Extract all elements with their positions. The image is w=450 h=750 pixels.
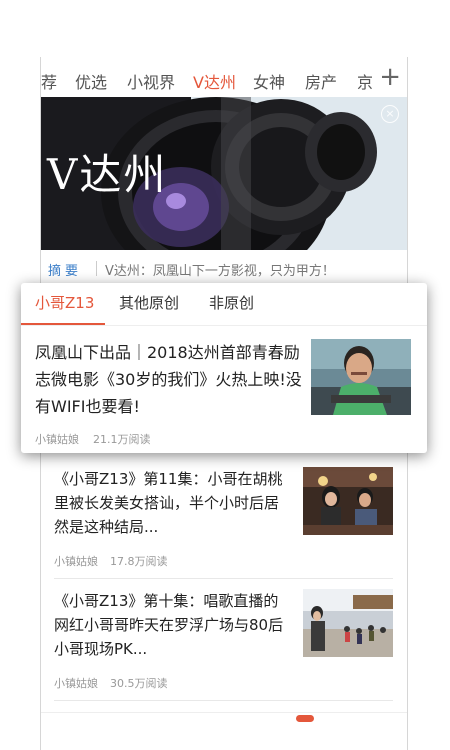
banner-title: V达州 (47, 150, 168, 199)
popup-article-reads: 21.1万阅读 (93, 433, 151, 446)
tab-youxuan[interactable]: 优选 (75, 69, 107, 93)
article-reads: 30.5万阅读 (110, 677, 168, 690)
popup-article-title[interactable]: 凤凰山下出品｜2018达州首部青春励志微电影《30岁的我们》火热上映!没有WIF… (35, 339, 315, 420)
article-reads: 17.8万阅读 (110, 555, 168, 568)
channel-banner[interactable]: V达州 × (41, 97, 407, 250)
summary-bar[interactable]: 摘要 V达州：凤凰山下一方影视，只为甲方！ (41, 250, 407, 285)
list-divider (54, 700, 393, 701)
tab-other-original[interactable]: 其他原创 (119, 292, 179, 313)
bottom-nav-bar (41, 712, 407, 750)
list-item[interactable]: 《小哥Z13》第11集：小哥在胡桃里被长发美女搭讪，半个小时后居然是这种结局..… (41, 457, 407, 578)
article-meta: 小镇姑娘 17.8万阅读 (54, 553, 168, 569)
article-meta: 小镇姑娘 30.5万阅读 (54, 675, 168, 691)
original-content-popup: 小哥Z13 其他原创 非原创 凤凰山下出品｜2018达州首部青春励志微电影《30… (21, 283, 427, 453)
article-author: 小镇姑娘 (54, 555, 98, 568)
popup-article-author: 小镇姑娘 (35, 433, 79, 446)
tab-non-original[interactable]: 非原创 (209, 292, 254, 313)
article-author: 小镇姑娘 (54, 677, 98, 690)
tab-xiaoge-z13[interactable]: 小哥Z13 (35, 292, 94, 313)
article-thumbnail (303, 467, 393, 535)
tab-jing[interactable]: 京 (357, 69, 373, 93)
tab-nvshen[interactable]: 女神 (253, 69, 285, 93)
summary-tag: 摘要 (48, 264, 83, 279)
popup-article-meta: 小镇姑娘 21.1万阅读 (35, 431, 151, 447)
notification-badge (296, 715, 314, 722)
plus-icon[interactable]: + (379, 62, 401, 92)
close-icon[interactable]: × (381, 105, 399, 123)
tab-xiaoshijie[interactable]: 小视界 (127, 69, 175, 93)
tab-recommend[interactable]: 荐 (41, 69, 57, 93)
popup-article-thumbnail[interactable] (311, 339, 411, 415)
active-tab-indicator (21, 323, 105, 325)
tab-vdazhou[interactable]: V达州 (193, 69, 236, 93)
article-thumbnail (303, 589, 393, 657)
list-item[interactable]: 《小哥Z13》第十集：唱歌直播的网红小哥哥昨天在罗浮广场与80后小哥现场PK..… (41, 579, 407, 700)
summary-text: V达州：凤凰山下一方影视，只为甲方！ (105, 264, 335, 279)
summary-divider (96, 261, 97, 276)
channel-tab-bar: 荐 优选 小视界 V达州 女神 房产 京 + (41, 57, 407, 97)
tab-fangchan[interactable]: 房产 (305, 69, 337, 93)
popup-tab-bar: 小哥Z13 其他原创 非原创 (21, 283, 427, 326)
article-title: 《小哥Z13》第11集：小哥在胡桃里被长发美女搭讪，半个小时后居然是这种结局..… (54, 470, 283, 536)
article-title: 《小哥Z13》第十集：唱歌直播的网红小哥哥昨天在罗浮广场与80后小哥现场PK..… (54, 592, 284, 658)
